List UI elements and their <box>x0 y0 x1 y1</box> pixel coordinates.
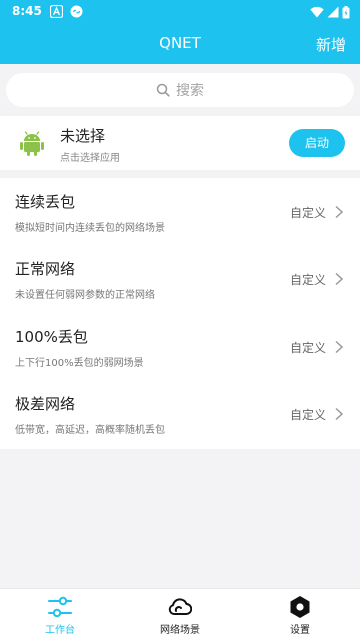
scenario-type-label: 自定义 <box>289 341 326 355</box>
search-container: 搜索 <box>0 64 360 116</box>
chevron-right-icon <box>335 272 344 286</box>
scenario-title: 100%丢包 <box>15 328 88 346</box>
start-button[interactable]: 启动 <box>289 129 345 157</box>
status-icons <box>310 5 350 19</box>
battery-icon <box>342 5 350 18</box>
app-title: QNET <box>159 34 201 52</box>
scenario-row-poor-network[interactable]: 极差网络 低带宽，高延迟，高概率随机丢包 自定义 <box>0 380 360 447</box>
selected-app-hint: 点击选择应用 <box>60 153 120 164</box>
app-bar: QNET 新增 <box>0 24 360 64</box>
scenario-type-label: 自定义 <box>289 206 326 220</box>
wifi-icon <box>310 6 324 18</box>
notification-app-icon <box>70 5 83 18</box>
sliders-icon <box>48 596 72 618</box>
tab-workbench[interactable]: 工作台 <box>0 589 120 640</box>
hex-settings-icon <box>290 596 310 618</box>
scenario-desc: 上下行100%丢包的弱网场景 <box>15 358 144 369</box>
tab-label: 设置 <box>290 625 310 636</box>
tab-network-scenes[interactable]: 网络场景 <box>120 589 240 640</box>
android-icon <box>20 131 44 156</box>
status-bar: 8:45 <box>0 0 360 24</box>
scenario-type-label: 自定义 <box>289 408 326 422</box>
scenario-row-full-loss[interactable]: 100%丢包 上下行100%丢包的弱网场景 自定义 <box>0 313 360 380</box>
scenario-row-normal-network[interactable]: 正常网络 未设置任何弱网参数的正常网络 自定义 <box>0 245 360 312</box>
scenario-desc: 模拟短时间内连续丢包的网络场景 <box>15 223 165 234</box>
search-placeholder: 搜索 <box>176 83 204 99</box>
chevron-right-icon <box>335 407 344 421</box>
tab-label: 工作台 <box>45 625 75 636</box>
notification-a-icon <box>50 5 63 18</box>
tab-label: 网络场景 <box>160 625 200 636</box>
signal-icon <box>327 6 339 18</box>
scenario-desc: 低带宽，高延迟，高概率随机丢包 <box>15 425 165 436</box>
scenario-title: 极差网络 <box>15 395 76 413</box>
scenario-row-continuous-loss[interactable]: 连续丢包 模拟短时间内连续丢包的网络场景 自定义 <box>0 178 360 245</box>
scenario-type-label: 自定义 <box>289 273 326 287</box>
bottom-nav: 工作台 网络场景 设置 <box>0 588 360 640</box>
tab-settings[interactable]: 设置 <box>240 589 360 640</box>
chevron-right-icon <box>335 205 344 219</box>
status-time: 8:45 <box>12 4 42 18</box>
scenario-title: 连续丢包 <box>15 193 76 211</box>
add-button[interactable]: 新增 <box>316 34 346 55</box>
app-selector[interactable]: 未选择 点击选择应用 启动 <box>0 116 360 170</box>
scenario-title: 正常网络 <box>15 260 76 278</box>
chevron-right-icon <box>335 340 344 354</box>
cloud-icon <box>168 598 192 615</box>
search-icon <box>156 83 170 97</box>
selected-app-name: 未选择 <box>60 127 106 145</box>
scenario-desc: 未设置任何弱网参数的正常网络 <box>15 290 155 301</box>
scenario-list: 连续丢包 模拟短时间内连续丢包的网络场景 自定义 正常网络 未设置任何弱网参数的… <box>0 178 360 449</box>
search-input[interactable]: 搜索 <box>6 73 354 107</box>
